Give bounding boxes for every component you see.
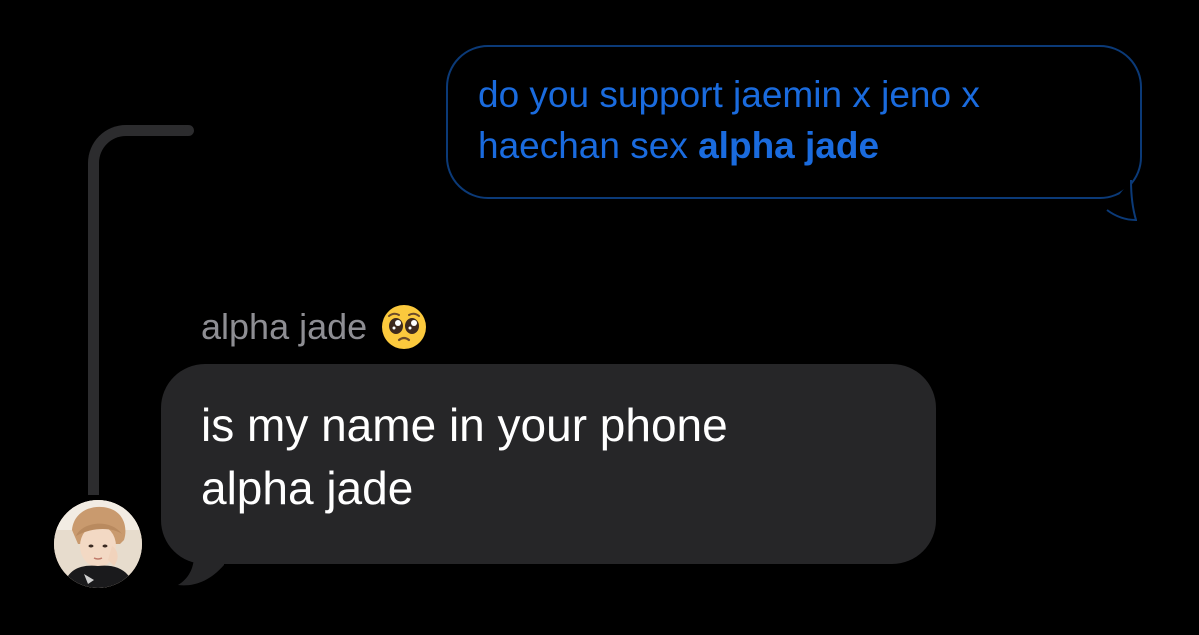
quoted-message-text: do you support jaemin x jeno x haechan s…: [478, 69, 1100, 171]
incoming-message[interactable]: is my name in your phone alpha jade: [161, 364, 936, 564]
quoted-outgoing-message[interactable]: do you support jaemin x jeno x haechan s…: [446, 45, 1142, 199]
incoming-line-2: alpha jade: [201, 462, 414, 514]
quoted-bubble-tail: [1106, 180, 1137, 222]
incoming-bubble-tail: [178, 535, 224, 586]
quoted-line-2-bold: alpha jade: [698, 125, 880, 166]
quoted-line-2: haechan sex: [478, 125, 699, 166]
quoted-line-1: do you support jaemin x jeno x: [478, 74, 980, 115]
contact-avatar[interactable]: [54, 500, 142, 588]
sender-header: alpha jade: [201, 302, 427, 352]
incoming-message-text: is my name in your phone alpha jade: [201, 394, 906, 520]
sender-name: alpha jade: [201, 306, 368, 347]
pleading-face-icon: [382, 305, 427, 349]
incoming-line-1: is my name in your phone: [201, 399, 728, 451]
avatar-photo-icon: [54, 500, 142, 588]
